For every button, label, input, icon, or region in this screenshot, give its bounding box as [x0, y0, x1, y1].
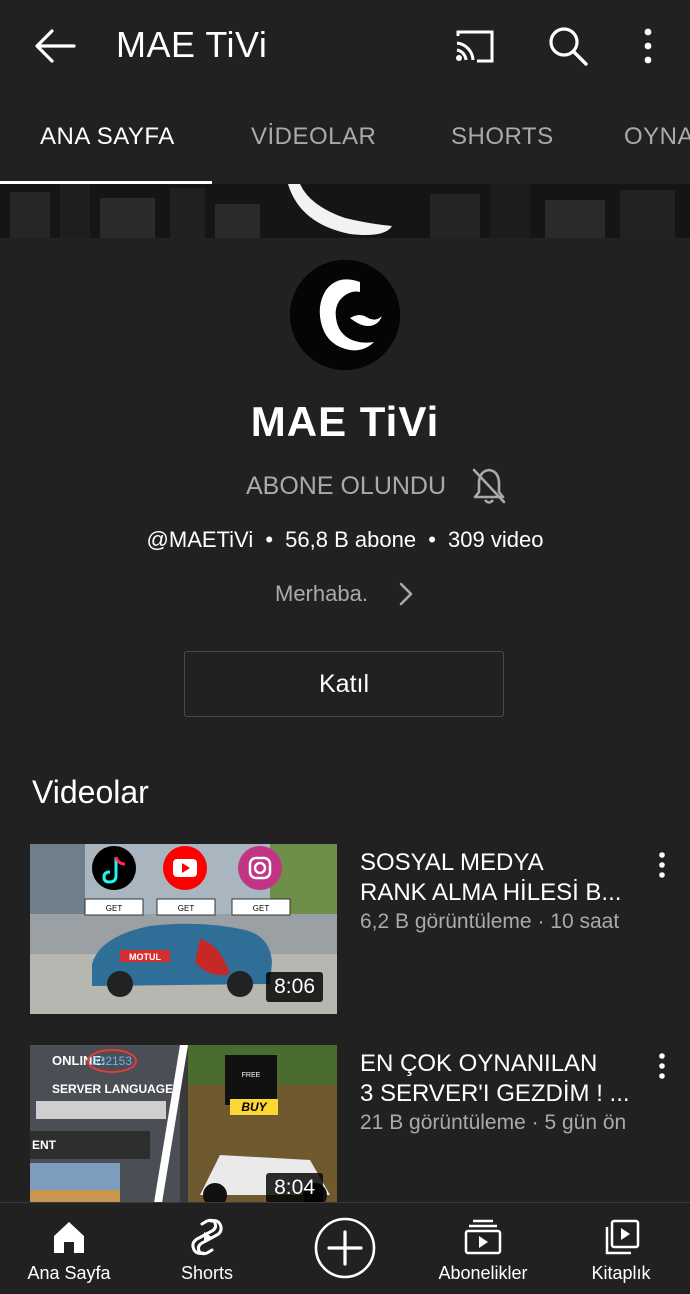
home-icon	[54, 1222, 84, 1253]
tab-playlists[interactable]: OYNA	[624, 123, 690, 151]
thumb-get-label: GET	[178, 904, 195, 913]
back-arrow-icon[interactable]	[30, 26, 78, 66]
thumb-free-label: FREE	[242, 1072, 261, 1079]
meta-separator: ·	[537, 910, 545, 933]
channel-name: MAE TiVi	[250, 398, 440, 445]
subscriptions-icon	[464, 1219, 502, 1255]
video-duration: 8:06	[266, 972, 323, 1002]
bell-off-icon[interactable]	[470, 466, 508, 506]
nav-subscriptions[interactable]: Abonelikler	[428, 1203, 538, 1294]
search-icon[interactable]	[546, 24, 590, 68]
separator: •	[265, 527, 274, 552]
video-count: 309 video	[448, 527, 544, 552]
nav-home[interactable]: Ana Sayfa	[14, 1203, 124, 1294]
video-thumbnail[interactable]: ONLINE: 532153 SERVER LANGUAGE: ENT FREE…	[30, 1045, 337, 1215]
video-more-icon[interactable]	[650, 850, 674, 880]
video-meta: 21 B görüntüleme · 5 gün ön	[360, 1111, 645, 1135]
nav-library[interactable]: Kitaplık	[566, 1203, 676, 1294]
join-button[interactable]: Katıl	[184, 651, 504, 717]
thumb-sponsor-label: MOTUL	[129, 952, 161, 962]
video-title-line: 3 SERVER'I GEZDİM ! ...	[360, 1080, 630, 1107]
tab-videos[interactable]: VİDEOLAR	[251, 123, 376, 151]
video-title-line: SOSYAL MEDYA	[360, 849, 544, 876]
meta-separator: ·	[531, 1111, 539, 1134]
bottom-navigation: Ana Sayfa Shorts Abonelikler Kitaplık	[0, 1202, 690, 1294]
channel-handle: @MAETiVi	[146, 527, 254, 552]
thumb-get-label: GET	[253, 904, 270, 913]
nav-shorts[interactable]: Shorts	[152, 1203, 262, 1294]
shorts-icon	[191, 1218, 223, 1256]
thumb-get-label: GET	[106, 904, 123, 913]
thumb-online-count: 532153	[92, 1054, 132, 1068]
video-thumbnail[interactable]: GET GET GET MOTUL 8:06	[30, 844, 337, 1014]
video-title-line: RANK ALMA HİLESİ B...	[360, 879, 622, 906]
video-list-item[interactable]: GET GET GET MOTUL 8:06 SOSYAL MEDYA RANK…	[0, 844, 690, 1016]
subscriber-count: 56,8 B abone	[285, 527, 417, 552]
channel-avatar[interactable]	[290, 260, 400, 370]
nav-label: Abonelikler	[438, 1263, 528, 1283]
thumb-language-label: SERVER LANGUAGE:	[52, 1082, 177, 1096]
channel-stats: @MAETiVi • 56,8 B abone • 309 video	[0, 527, 690, 553]
video-title-line: EN ÇOK OYNANILAN	[360, 1050, 598, 1077]
view-count: 6,2 B görüntüleme	[360, 910, 532, 933]
video-duration: 8:04	[266, 1173, 323, 1203]
nav-label: Ana Sayfa	[27, 1263, 111, 1283]
video-list-item[interactable]: ONLINE: 532153 SERVER LANGUAGE: ENT FREE…	[0, 1045, 690, 1217]
videos-section-title: Videolar	[32, 774, 149, 810]
video-more-icon[interactable]	[650, 1051, 674, 1081]
separator: •	[428, 527, 436, 552]
channel-tabs: ANA SAYFA VİDEOLAR SHORTS OYNA	[0, 95, 690, 184]
cast-icon[interactable]	[453, 24, 497, 68]
nav-label: Kitaplık	[591, 1263, 651, 1283]
view-count: 21 B görüntüleme	[360, 1111, 526, 1134]
chevron-right-icon[interactable]	[396, 580, 416, 608]
video-title[interactable]: SOSYAL MEDYA RANK ALMA HİLESİ B...	[360, 848, 640, 908]
tab-shorts[interactable]: SHORTS	[451, 123, 554, 151]
video-meta: 6,2 B görüntüleme · 10 saat	[360, 910, 645, 934]
upload-age: 10 saat	[550, 910, 620, 933]
nav-create[interactable]	[300, 1203, 390, 1294]
thumb-ent-label: ENT	[32, 1138, 57, 1152]
library-icon	[605, 1219, 640, 1255]
top-app-bar: MAE TiVi	[0, 0, 690, 95]
tab-home[interactable]: ANA SAYFA	[40, 123, 175, 151]
subscribed-button[interactable]: ABONE OLUNDU	[246, 472, 446, 501]
thumb-buy-label: BUY	[241, 1100, 267, 1114]
channel-about-link[interactable]: Merhaba.	[275, 581, 368, 607]
video-title[interactable]: EN ÇOK OYNANILAN 3 SERVER'I GEZDİM ! ...	[360, 1049, 640, 1109]
create-icon	[314, 1217, 376, 1279]
more-vert-icon[interactable]	[626, 24, 670, 68]
nav-label: Shorts	[180, 1263, 234, 1283]
upload-age: 5 gün ön	[544, 1111, 627, 1134]
channel-banner	[0, 184, 690, 238]
page-title: MAE TiVi	[116, 24, 268, 65]
